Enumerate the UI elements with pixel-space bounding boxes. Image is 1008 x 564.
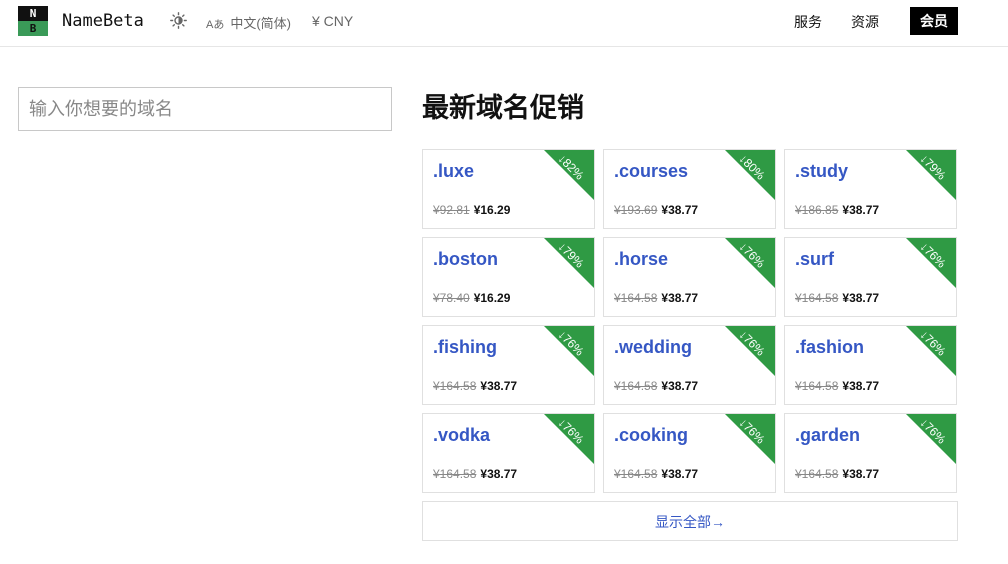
sale-price: ¥38.77 [661,379,699,393]
original-price: ¥78.40 [433,291,470,305]
language-label: 中文(简体) [230,16,292,31]
sale-price: ¥38.77 [842,203,880,217]
sale-price: ¥38.77 [661,203,699,217]
promo-tld[interactable]: .luxe [433,161,474,182]
promo-card[interactable]: .wedding ¥164.58 ¥38.77 ↓76% [603,325,776,405]
promo-prices: ¥193.69 ¥38.77 [614,203,698,217]
original-price: ¥164.58 [795,291,839,305]
promo-tld[interactable]: .vodka [433,425,490,446]
sale-price: ¥38.77 [480,379,518,393]
promo-prices: ¥164.58 ¥38.77 [795,379,879,393]
promo-prices: ¥164.58 ¥38.77 [614,467,698,481]
promo-prices: ¥164.58 ¥38.77 [433,467,517,481]
promo-card[interactable]: .study ¥186.85 ¥38.77 ↓79% [784,149,957,229]
promo-tld[interactable]: .fashion [795,337,864,358]
promo-card[interactable]: .horse ¥164.58 ¥38.77 ↓76% [603,237,776,317]
original-price: ¥164.58 [614,467,658,481]
promo-prices: ¥186.85 ¥38.77 [795,203,879,217]
promo-tld[interactable]: .cooking [614,425,688,446]
promo-tld[interactable]: .garden [795,425,860,446]
promo-tld[interactable]: .surf [795,249,834,270]
original-price: ¥193.69 [614,203,658,217]
promo-card[interactable]: .courses ¥193.69 ¥38.77 ↓80% [603,149,776,229]
original-price: ¥186.85 [795,203,839,217]
promo-prices: ¥164.58 ¥38.77 [614,291,698,305]
sale-price: ¥38.77 [842,467,880,481]
original-price: ¥164.58 [614,291,658,305]
promo-tld[interactable]: .boston [433,249,498,270]
promo-prices: ¥164.58 ¥38.77 [795,291,879,305]
promo-card[interactable]: .fishing ¥164.58 ¥38.77 ↓76% [422,325,595,405]
top-header: N B NameBeta Aあ 中文(简体) ¥ CNY 服务 资源 会员 [0,0,1008,47]
namebeta-logo[interactable]: N B [18,6,48,36]
promo-prices: ¥164.58 ¥38.77 [433,379,517,393]
promo-section-title: 最新域名促销 [422,93,584,123]
promo-tld[interactable]: .courses [614,161,688,182]
sale-price: ¥16.29 [473,291,511,305]
promo-card[interactable]: .vodka ¥164.58 ¥38.77 ↓76% [422,413,595,493]
sale-price: ¥38.77 [480,467,518,481]
currency-selector[interactable]: ¥ CNY [312,13,353,29]
sale-price: ¥16.29 [473,203,511,217]
logo-bottom-letter: B [18,21,48,36]
promo-tld[interactable]: .fishing [433,337,497,358]
promo-card[interactable]: .luxe ¥92.81 ¥16.29 ↓82% [422,149,595,229]
sale-price: ¥38.77 [661,467,699,481]
promo-tld[interactable]: .study [795,161,848,182]
promo-prices: ¥92.81 ¥16.29 [433,203,510,217]
promo-card[interactable]: .boston ¥78.40 ¥16.29 ↓79% [422,237,595,317]
sale-price: ¥38.77 [661,291,699,305]
original-price: ¥164.58 [795,379,839,393]
nav-services[interactable]: 服务 [794,12,822,32]
promo-card[interactable]: .fashion ¥164.58 ¥38.77 ↓76% [784,325,957,405]
original-price: ¥92.81 [433,203,470,217]
promo-card[interactable]: .cooking ¥164.58 ¥38.77 ↓76% [603,413,776,493]
translate-icon: Aあ [206,19,225,31]
original-price: ¥164.58 [433,467,477,481]
nav-resources[interactable]: 资源 [851,12,879,32]
original-price: ¥164.58 [795,467,839,481]
logo-top-letter: N [18,6,48,21]
promo-tld[interactable]: .horse [614,249,668,270]
promo-card[interactable]: .surf ¥164.58 ¥38.77 ↓76% [784,237,957,317]
theme-toggle-sun-icon[interactable] [170,12,187,29]
promo-prices: ¥164.58 ¥38.77 [614,379,698,393]
language-selector[interactable]: Aあ 中文(简体) [206,13,291,32]
show-all-link[interactable]: 显示全部→ [422,501,958,541]
sale-price: ¥38.77 [842,379,880,393]
sale-price: ¥38.77 [842,291,880,305]
promo-tld[interactable]: .wedding [614,337,692,358]
member-button[interactable]: 会员 [910,7,958,35]
domain-search-input[interactable] [18,87,392,131]
promo-card[interactable]: .garden ¥164.58 ¥38.77 ↓76% [784,413,957,493]
original-price: ¥164.58 [433,379,477,393]
promo-prices: ¥78.40 ¥16.29 [433,291,510,305]
brand-name[interactable]: NameBeta [62,11,144,31]
original-price: ¥164.58 [614,379,658,393]
promo-prices: ¥164.58 ¥38.77 [795,467,879,481]
